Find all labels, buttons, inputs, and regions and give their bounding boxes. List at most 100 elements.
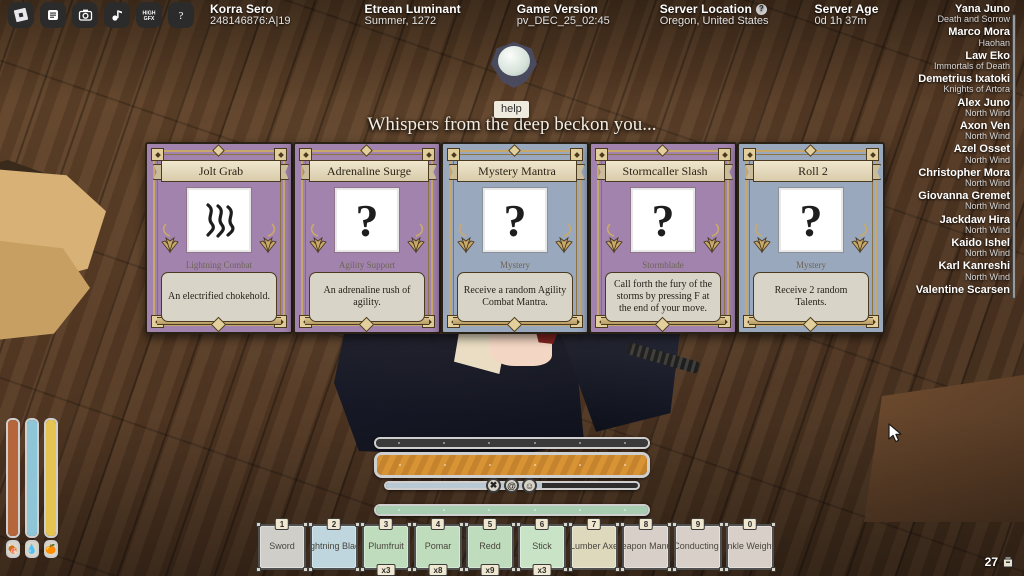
hotbar-slot[interactable]: Stick 6 x3 (516, 518, 568, 576)
player-list-item[interactable]: Alex Juno North Wind (888, 97, 1010, 118)
survival-bars-group: 🍖 💧 🍊 (6, 418, 58, 558)
hotbar-slot[interactable]: Sword 1 (256, 518, 308, 572)
player-list-item[interactable]: Valentine Scarsen (888, 284, 1010, 296)
player-list-item[interactable]: Azel Osset North Wind (888, 143, 1010, 165)
hotbar-item-label: Self-Conducting Loop (674, 541, 720, 552)
question-mark-icon: ? (651, 195, 675, 246)
player-list[interactable]: Yana Juno Death and Sorrow Marco Mora Haoha… (888, 3, 1016, 299)
card-title-banner: Roll 2 (745, 160, 881, 182)
hotbar-slot[interactable]: Pomar 4 x8 (412, 518, 464, 576)
player-name-group: Korra Sero 248146876:A|19 (210, 3, 291, 27)
player-list-item[interactable]: Jackdaw Hira North Wind (888, 214, 1010, 235)
card-flourish-left (307, 222, 329, 254)
camera-icon[interactable] (72, 2, 98, 28)
player-name: Korra Sero (210, 1, 274, 16)
selection-card[interactable]: Stormcaller Slash? Stormblade Call forth t… (589, 142, 737, 334)
player-list-guild: North Wind (964, 131, 1010, 142)
hotbar-item-label: Pomar (424, 541, 452, 552)
hotbar-item-label: Lightning Blade (310, 541, 356, 552)
card-title-banner: Stormcaller Slash (597, 160, 733, 182)
lightning-swirl-icon (206, 203, 235, 238)
card-flourish-icon (259, 223, 277, 254)
status-spiral-icon[interactable]: @ (504, 478, 519, 493)
player-list-name: Azel Osset (953, 143, 1010, 156)
card-category: Stormblade (642, 260, 684, 270)
player-list-item[interactable]: Marco Mora Haohan (888, 27, 1010, 48)
hotbar-slot[interactable]: Self-Conducting Loop 9 (672, 518, 724, 572)
selection-card[interactable]: Adrenaline Surge? Agility Support An adren… (293, 142, 441, 334)
player-list-item[interactable]: Axon Ven North Wind (888, 120, 1010, 142)
status-face-icon[interactable]: ☺ (522, 478, 537, 493)
card-description-box: An electrified chokehold. (161, 272, 277, 322)
player-list-scrollbar[interactable] (1012, 14, 1016, 299)
selection-card[interactable]: Mystery Mantra? Mystery Receive a random A… (441, 142, 589, 334)
item-hotbar: Sword 1 Lightning Blade 2 Plumfruit 3 x3 Pomar 4… (256, 518, 776, 576)
player-list-item[interactable]: Yana Juno Death and Sorrow (888, 3, 1010, 24)
player-list-guild: Knights of Artora (943, 84, 1010, 95)
player-list-item[interactable]: Law Eko Immortals of Death (888, 50, 1010, 71)
card-flourish-left (603, 222, 625, 254)
player-list-guild: North Wind (964, 224, 1010, 235)
hotbar-slot[interactable]: Plumfruit 3 x3 (360, 518, 412, 576)
hotbar-item-label: Ankle Weights (727, 541, 774, 552)
player-list-guild: North Wind (964, 201, 1010, 212)
card-flourish-left (455, 222, 477, 254)
help-question-icon[interactable]: ? (168, 2, 194, 28)
server-age-value: 0d 1h 37m (814, 14, 867, 27)
card-category: Lightning Combat (185, 260, 253, 270)
hotbar-slot-key: 2 (326, 518, 342, 530)
hotbar-slot[interactable]: Lumber Axe 7 (568, 518, 620, 572)
roblox-logo-icon[interactable] (8, 2, 34, 28)
card-flourish-icon (309, 223, 327, 254)
card-description-box: Call forth the fury of the storms by pre… (605, 272, 721, 322)
chat-icon[interactable] (40, 2, 66, 28)
game-version-group: Game Version pv_DEC_25_02:45 (517, 3, 610, 27)
card-flourish-icon (605, 223, 623, 254)
server-age-group: Server Age 0d 1h 37m (815, 3, 879, 27)
server-location-text: Server Location (659, 1, 752, 16)
card-title: Stormcaller Slash (622, 163, 708, 178)
card-flourish-right (405, 222, 427, 254)
status-block-icon[interactable]: ✖ (486, 478, 501, 493)
svg-text:?: ? (179, 10, 184, 22)
thirst-bar-icon: 💧 (25, 540, 39, 558)
card-description-box: An adrenaline rush of agility. (309, 272, 425, 322)
orb-sphere (498, 46, 530, 76)
game-version-label: Game Version (516, 1, 598, 16)
help-tooltip[interactable]: help (494, 101, 529, 118)
player-list-guild: North Wind (964, 154, 1010, 165)
player-list-guild: North Wind (964, 248, 1010, 259)
card-icon-box: ? (779, 188, 843, 252)
hotbar-slot[interactable]: Weapon Manual 8 (620, 518, 672, 572)
hotbar-slot-key: 8 (638, 518, 654, 530)
hotbar-slot[interactable]: Redd 5 x9 (464, 518, 516, 576)
player-list-item[interactable]: Giovanna Gremet North Wind (888, 190, 1010, 212)
player-list-guild: North Wind (964, 177, 1010, 188)
hotbar-slot-key: 3 (378, 518, 394, 530)
card-description: Call forth the fury of the storms by pre… (613, 279, 713, 314)
player-list-item[interactable]: Christopher Mora North Wind (888, 167, 1010, 188)
etrean-luminant-label: Etrean Luminant (364, 1, 461, 16)
player-list-item[interactable]: Karl Kanreshi North Wind (888, 261, 1010, 282)
card-title-banner: Mystery Mantra (449, 160, 585, 182)
music-note-icon[interactable] (104, 2, 130, 28)
thirst-bar: 💧 (25, 418, 39, 558)
card-icon-box: ? (631, 188, 695, 252)
energy-bar-icon: 🍊 (44, 540, 58, 558)
card-flourish-icon (457, 223, 475, 254)
hotbar-item-label: Plumfruit (368, 541, 404, 552)
player-list-item[interactable]: Kaido Ishel North Wind (888, 237, 1010, 259)
selection-card[interactable]: Jolt Grab Lightning Combat An electrified … (145, 142, 293, 334)
high-gfx-icon[interactable]: HIGH GFX (136, 2, 162, 28)
card-flourish-left (159, 222, 181, 254)
card-icon-box: ? (483, 188, 547, 252)
card-flourish-left (751, 222, 773, 254)
card-description: Receive a random Agility Combat Mantra. (463, 285, 567, 308)
info-question-icon[interactable]: ? (755, 3, 767, 15)
hotbar-slot[interactable]: Ankle Weights 0 (724, 518, 776, 572)
hotbar-slot[interactable]: Lightning Blade 2 (308, 518, 360, 572)
selection-card[interactable]: Roll 2? Mystery Receive 2 random Talents. (737, 142, 885, 334)
card-flourish-icon (161, 223, 179, 254)
player-list-item[interactable]: Demetrius Ixatoki Knights of Artora (888, 73, 1010, 95)
question-mark-icon: ? (799, 195, 823, 246)
